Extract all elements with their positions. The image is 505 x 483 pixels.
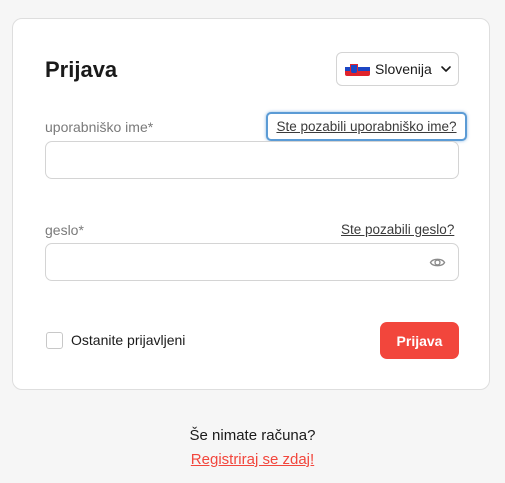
signup-link-container: Registriraj se zdaj! (0, 451, 505, 468)
language-select[interactable]: Slovenija (336, 52, 459, 86)
username-label: uporabniško ime* (45, 119, 154, 135)
signup-prompt: Še nimate računa? (189, 427, 316, 444)
slovenia-flag-icon (345, 62, 370, 76)
login-page: Prijava Slovenija uporabniško ime* Ste p… (0, 0, 505, 483)
login-card: Prijava Slovenija uporabniško ime* Ste p… (12, 18, 490, 390)
password-input[interactable] (45, 243, 459, 281)
forgot-username-link-focus[interactable]: Ste pozabili uporabniško ime? (266, 112, 467, 141)
forgot-username-link[interactable]: Ste pozabili uporabniško ime? (276, 119, 456, 134)
eye-icon[interactable] (429, 254, 446, 271)
forgot-password-link[interactable]: Ste pozabili geslo? (341, 222, 454, 237)
password-label: geslo* (45, 222, 84, 238)
language-selected-label: Slovenija (375, 61, 432, 77)
remember-me-label: Ostanite prijavljeni (71, 332, 186, 348)
username-input[interactable] (45, 141, 459, 179)
login-submit-button[interactable]: Prijava (380, 322, 459, 359)
page-title: Prijava (45, 57, 118, 82)
remember-me-checkbox[interactable] (46, 332, 63, 349)
chevron-down-icon (441, 66, 451, 72)
register-link[interactable]: Registriraj se zdaj! (191, 451, 314, 468)
